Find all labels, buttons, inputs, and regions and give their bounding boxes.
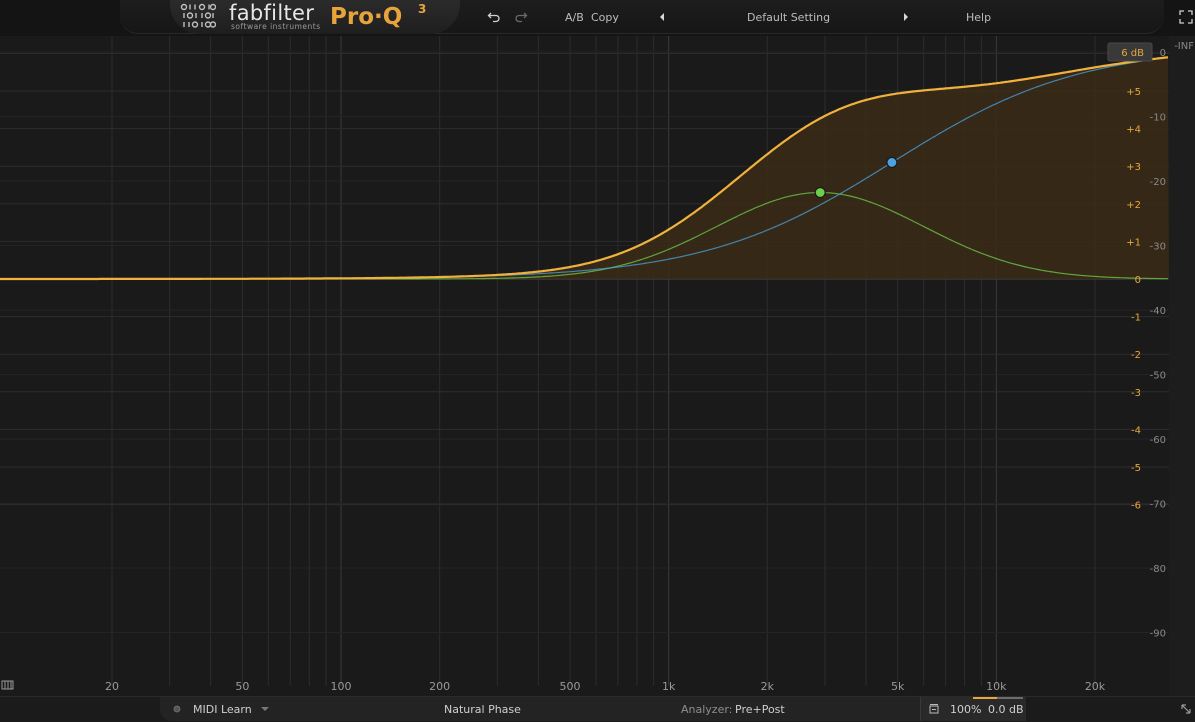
spectrum-tick-label: -40 <box>1150 306 1166 317</box>
frequency-tick-label: 20k <box>1085 680 1106 693</box>
brand-tagline: software instruments <box>231 22 321 31</box>
gain-tick-label: +2 <box>1126 200 1141 211</box>
spectrum-tick-label: -70 <box>1150 500 1166 511</box>
gain-tick-label: -2 <box>1131 350 1141 361</box>
output-level-meter <box>973 697 997 699</box>
help-button[interactable]: Help <box>966 11 991 24</box>
spectrum-tick-label: -60 <box>1150 435 1166 446</box>
undo-icon[interactable] <box>487 10 501 24</box>
gain-tick-label: +4 <box>1126 125 1141 136</box>
frequency-tick-label: 200 <box>429 680 450 693</box>
gain-tick-label: -3 <box>1131 388 1141 399</box>
gain-tick-label: -4 <box>1131 425 1141 436</box>
gain-tick-label: +3 <box>1126 162 1141 173</box>
analyzer-mode-selector[interactable]: Pre+Post <box>735 703 785 716</box>
output-gain-value[interactable]: 0.0 dB <box>988 703 1024 716</box>
spectrum-scale-strip <box>1169 36 1195 696</box>
midi-learn-button[interactable]: MIDI Learn <box>193 703 252 716</box>
frequency-tick-label: 500 <box>560 680 581 693</box>
spectrum-tick-label: -30 <box>1150 242 1166 253</box>
redo-icon[interactable] <box>514 10 528 24</box>
band-node-1[interactable] <box>814 186 826 199</box>
band-node-2[interactable] <box>886 156 898 169</box>
frequency-tick-label: 5k <box>891 680 905 693</box>
copy-button[interactable]: Copy <box>591 11 619 24</box>
zoom-level[interactable]: 100% <box>950 703 981 716</box>
eq-graph[interactable]: 6 dB -INF +5 +4 +3 +2 +1 0 -1 -2 -3 -4 -5 -6 0 -10 -2… <box>0 36 1195 696</box>
preset-name[interactable]: Default Setting <box>747 11 830 24</box>
arrow-right-icon[interactable] <box>899 10 913 24</box>
product-name: Pro·Q <box>330 4 403 30</box>
header-bar: fabfilter software instruments Pro·Q 3 A… <box>0 0 1195 36</box>
fullscreen-icon[interactable] <box>1179 10 1193 24</box>
gain-tick-label: -1 <box>1131 313 1141 324</box>
display-range-label[interactable]: 6 dB <box>1121 48 1144 59</box>
gain-tick-label: -5 <box>1131 463 1141 474</box>
frequency-tick-label: 20 <box>105 680 119 693</box>
midi-dot-icon[interactable] <box>172 704 182 714</box>
spectrum-tick-label: 0 <box>1160 48 1166 59</box>
gain-tick-label: -6 <box>1131 501 1141 512</box>
footer-panel <box>160 697 1020 721</box>
gain-tick-label: 0 <box>1135 275 1141 286</box>
chevron-down-icon[interactable] <box>259 704 271 714</box>
product-version: 3 <box>418 2 427 16</box>
output-options-icon[interactable] <box>928 703 940 715</box>
ab-button[interactable]: A/B <box>565 11 584 24</box>
spectrum-tick-label: -50 <box>1150 371 1166 382</box>
arrow-left-icon[interactable] <box>656 10 670 24</box>
frequency-tick-label: 2k <box>761 680 775 693</box>
frequency-tick-label: 1k <box>662 680 676 693</box>
spectrum-tick-label: -80 <box>1150 564 1166 575</box>
gain-tick-label: +5 <box>1126 87 1141 98</box>
frequency-tick-label: 100 <box>331 680 352 693</box>
output-level-meter-rest <box>997 697 1023 699</box>
frequency-tick-label: 50 <box>235 680 249 693</box>
resize-icon[interactable] <box>1180 703 1192 715</box>
gain-tick-label: +1 <box>1126 237 1141 248</box>
spectrum-tick-label: -10 <box>1150 113 1166 124</box>
fabfilter-logo-icon <box>180 3 216 28</box>
phase-mode-selector[interactable]: Natural Phase <box>444 703 521 716</box>
spectrum-tick-label: -20 <box>1150 177 1166 188</box>
spectrum-tick-label: -90 <box>1150 629 1166 640</box>
eq-display[interactable]: 6 dB -INF +5 +4 +3 +2 +1 0 -1 -2 -3 -4 -5 -6 0 -10 -2… <box>0 36 1195 696</box>
frequency-tick-label: 10k <box>986 680 1007 693</box>
spectrum-scale-top: -INF <box>1174 41 1194 52</box>
footer-bar: MIDI Learn Natural Phase Analyzer: Pre+P… <box>0 696 1195 722</box>
analyzer-label: Analyzer: <box>681 703 733 716</box>
